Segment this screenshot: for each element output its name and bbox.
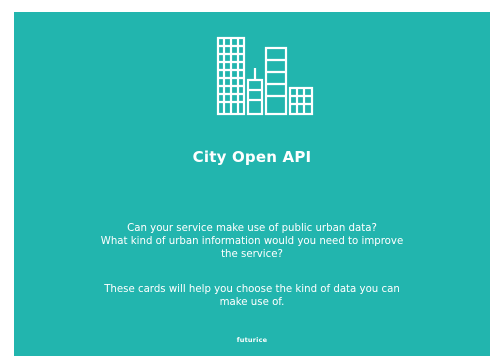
help-line-2: make use of. bbox=[219, 297, 285, 308]
page-frame: City Open API Can your service make use … bbox=[0, 0, 494, 358]
brand-logo-text: futurice bbox=[236, 336, 268, 344]
city-open-api-card: City Open API Can your service make use … bbox=[14, 12, 490, 356]
card-title: City Open API bbox=[192, 148, 312, 166]
city-buildings-icon bbox=[216, 36, 314, 116]
help-line-1: These cards will help you choose the kin… bbox=[104, 284, 400, 295]
question-line-3: the service? bbox=[221, 249, 283, 260]
question-line-2: What kind of urban information would you… bbox=[100, 236, 404, 247]
question-line-1: Can your service make use of public urba… bbox=[127, 223, 377, 234]
